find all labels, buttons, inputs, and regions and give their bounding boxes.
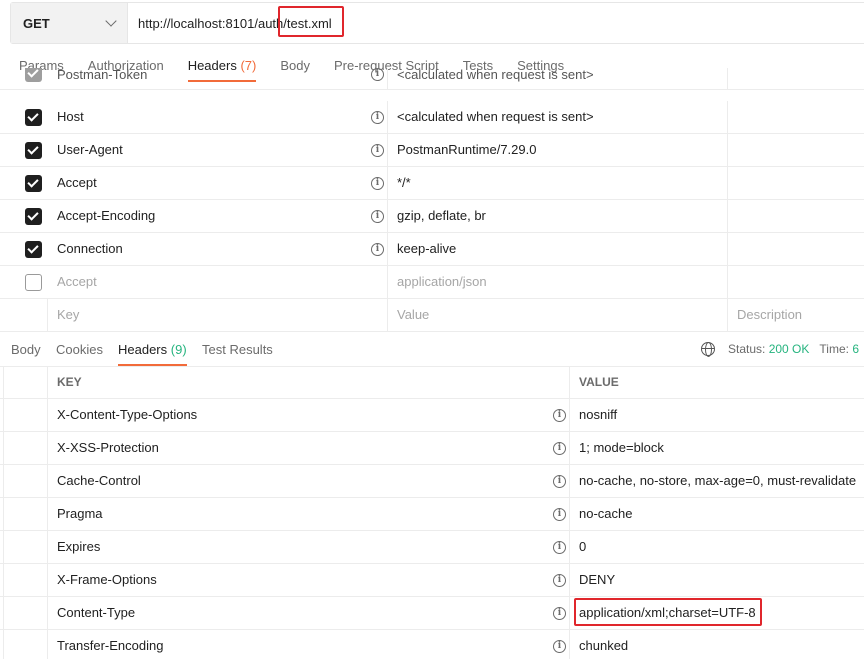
checkbox[interactable]: [25, 208, 42, 225]
column-value: VALUE: [579, 375, 619, 389]
header-key: Accept-Encoding: [57, 208, 156, 223]
header-value: <calculated when request is sent>: [397, 109, 594, 124]
info-icon[interactable]: i: [371, 111, 384, 124]
table-row-new: Key Value Description: [0, 299, 864, 332]
table-row: Cache-Control i no-cache, no-store, max-…: [0, 465, 864, 498]
table-row: User-Agent i PostmanRuntime/7.29.0: [0, 134, 864, 167]
response-value: 0: [579, 539, 587, 554]
header-value[interactable]: application/json: [397, 266, 487, 298]
response-key: Transfer-Encoding: [57, 638, 164, 653]
header-value: */*: [397, 175, 411, 190]
response-time[interactable]: 6: [852, 342, 859, 356]
status-bar: Status: 200 OK Time: 6: [728, 342, 860, 356]
response-key: Expires: [57, 539, 101, 554]
header-value: <calculated when request is sent>: [397, 68, 594, 82]
header-value: keep-alive: [397, 241, 457, 256]
status-code[interactable]: 200 OK: [769, 342, 810, 356]
table-row: Accept application/json: [0, 266, 864, 299]
info-icon[interactable]: i: [371, 177, 384, 190]
info-icon[interactable]: i: [553, 442, 566, 455]
checkbox[interactable]: [25, 274, 42, 291]
response-value: DENY: [579, 572, 616, 587]
info-icon[interactable]: i: [553, 508, 566, 521]
table-row: Accept-Encoding i gzip, deflate, br: [0, 200, 864, 233]
checkbox[interactable]: [25, 142, 42, 159]
method-label: GET: [23, 15, 50, 31]
table-header: KEY VALUE: [0, 366, 864, 399]
table-row: Expires i 0: [0, 531, 864, 564]
tab-cookies[interactable]: Cookies: [56, 342, 103, 366]
table-row: Pragma i no-cache: [0, 498, 864, 531]
new-description-input[interactable]: Description: [737, 299, 802, 331]
response-key: X-XSS-Protection: [57, 440, 159, 455]
checkbox[interactable]: [25, 241, 42, 258]
header-key: Accept: [57, 175, 97, 190]
info-icon[interactable]: i: [553, 409, 566, 422]
table-row: Postman-Token i <calculated when request…: [0, 68, 864, 90]
tab-response-headers[interactable]: Headers (9): [118, 342, 187, 366]
response-value: no-cache: [579, 506, 633, 521]
info-icon[interactable]: i: [553, 574, 566, 587]
table-row: Host i <calculated when request is sent>: [0, 101, 864, 134]
table-row: Accept i */*: [0, 167, 864, 200]
response-tabs: Body Cookies Headers (9) Test Results St…: [0, 336, 864, 366]
checkbox[interactable]: [25, 68, 42, 82]
table-row: Connection i keep-alive: [0, 233, 864, 266]
chevron-down-icon: [105, 15, 117, 27]
response-value: no-cache, no-store, max-age=0, must-reva…: [579, 473, 857, 488]
response-value: chunked: [579, 638, 629, 653]
new-key-input[interactable]: Key: [57, 299, 79, 331]
response-key: Pragma: [57, 506, 103, 521]
tab-response-body[interactable]: Body: [11, 342, 41, 366]
response-key: X-Frame-Options: [57, 572, 157, 587]
table-row: X-Frame-Options i DENY: [0, 564, 864, 597]
url-highlight-box: [278, 6, 344, 37]
new-value-input[interactable]: Value: [397, 299, 429, 331]
header-key: Connection: [57, 241, 123, 256]
checkbox[interactable]: [25, 109, 42, 126]
response-key: X-Content-Type-Options: [57, 407, 198, 422]
response-headers-count: (9): [170, 342, 187, 357]
column-key: KEY: [57, 375, 82, 389]
header-key: Postman-Token: [57, 68, 148, 82]
info-icon[interactable]: i: [371, 243, 384, 256]
response-value: nosniff: [579, 407, 618, 422]
content-type-highlight-box: [574, 598, 762, 626]
url-bar: GET http://localhost:8101/auth/test.xml: [10, 2, 864, 44]
info-icon[interactable]: i: [553, 640, 566, 653]
method-select[interactable]: GET: [11, 3, 128, 43]
table-row: Transfer-Encoding i chunked: [0, 630, 864, 659]
response-value: 1; mode=block: [579, 440, 664, 455]
response-key: Cache-Control: [57, 473, 141, 488]
header-value: PostmanRuntime/7.29.0: [397, 142, 537, 157]
info-icon[interactable]: i: [553, 607, 566, 620]
table-row: X-XSS-Protection i 1; mode=block: [0, 432, 864, 465]
header-key[interactable]: Accept: [57, 266, 97, 298]
tab-test-results[interactable]: Test Results: [202, 342, 273, 366]
globe-icon[interactable]: [701, 342, 715, 357]
table-row: X-Content-Type-Options i nosniff: [0, 399, 864, 432]
info-icon[interactable]: i: [553, 541, 566, 554]
header-key: Host: [57, 109, 84, 124]
info-icon[interactable]: i: [371, 144, 384, 157]
info-icon[interactable]: i: [553, 475, 566, 488]
checkbox[interactable]: [25, 175, 42, 192]
header-key: User-Agent: [57, 142, 123, 157]
info-icon[interactable]: i: [371, 210, 384, 223]
info-icon[interactable]: i: [371, 68, 384, 81]
response-key: Content-Type: [57, 605, 136, 620]
header-value: gzip, deflate, br: [397, 208, 486, 223]
